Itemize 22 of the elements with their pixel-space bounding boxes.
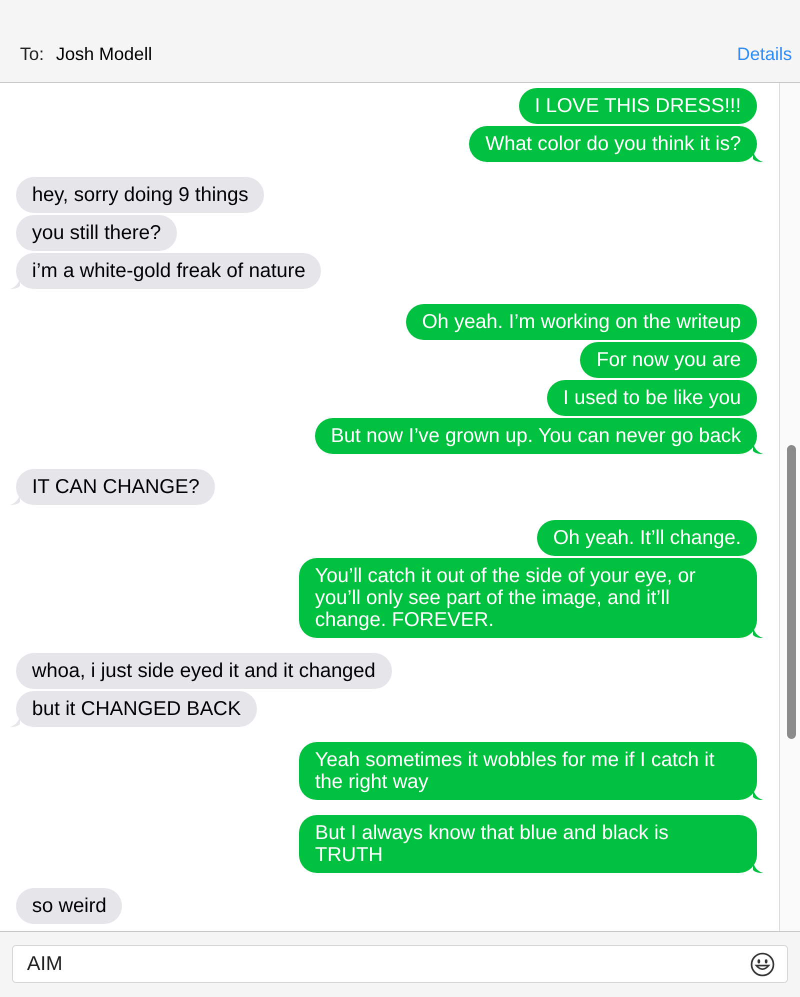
message-bubble: Yeah sometimes it wobbles for me if I catch it the right way xyxy=(299,742,757,800)
message-bubble: Oh yeah. It’ll change. xyxy=(537,520,757,556)
message-bubble: but it CHANGED BACK xyxy=(16,691,257,727)
message-bubble: What color do you think it is? xyxy=(469,126,757,162)
message-bubble: you still there? xyxy=(16,215,177,251)
message-input-field[interactable]: AIM xyxy=(12,945,788,983)
to-label: To: xyxy=(20,44,44,65)
message-bubble: i’m a white-gold freak of nature xyxy=(16,253,322,289)
message-bubble: But I always know that blue and black is TRUTH xyxy=(299,815,757,873)
message-bubble: IT CAN CHANGE? xyxy=(16,469,216,505)
message-bubble: so weird xyxy=(16,888,122,924)
scrollbar-thumb[interactable] xyxy=(787,445,796,739)
recipient-name: Josh Modell xyxy=(56,44,152,65)
message-bubble: whoa, i just side eyed it and it changed xyxy=(16,653,392,689)
smiley-icon[interactable] xyxy=(750,952,775,976)
message-bubble: I LOVE THIS DRESS!!! xyxy=(518,88,757,124)
message-bubble: But now I’ve grown up. You can never go back xyxy=(314,418,757,454)
message-bubble: I used to be like you xyxy=(547,380,757,416)
message-bubble: Oh yeah. I’m working on the writeup xyxy=(406,304,757,340)
message-bubble: For now you are xyxy=(580,342,757,378)
message-bubble: hey, sorry doing 9 things xyxy=(16,177,264,213)
message-bubble: You’ll catch it out of the side of your eye, or you’ll only see part of the image, and it’ll change. FOREVER. xyxy=(299,558,757,638)
